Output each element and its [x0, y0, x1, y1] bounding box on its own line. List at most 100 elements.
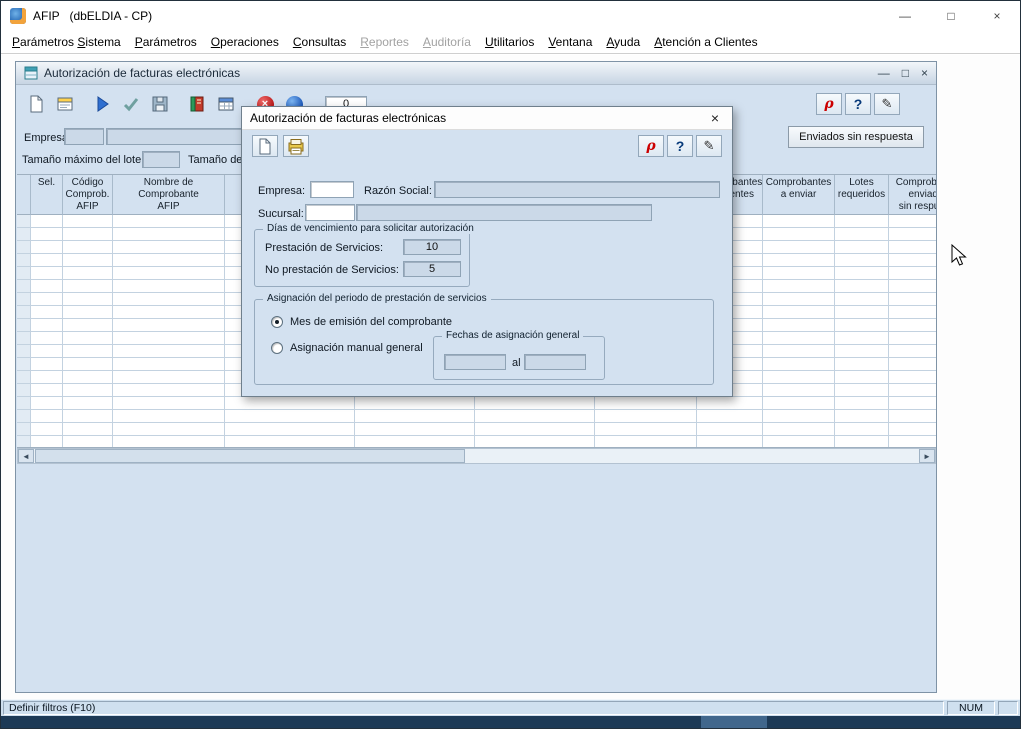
- child-maximize-button[interactable]: □: [902, 66, 909, 80]
- table-cell: [835, 267, 889, 280]
- column-header[interactable]: Lotes requeridos: [835, 175, 889, 215]
- column-header[interactable]: Comprobantes a enviar: [763, 175, 835, 215]
- table-cell: [31, 371, 63, 384]
- child-close-button[interactable]: ×: [921, 66, 928, 80]
- batch-book-icon[interactable]: [185, 93, 209, 115]
- column-header[interactable]: Sel.: [31, 175, 63, 215]
- table-cell: [63, 345, 113, 358]
- radio-asignacion-manual-label: Asignación manual general: [290, 342, 423, 354]
- table-cell: [17, 358, 31, 371]
- tamano-del-label: Tamaño del: [188, 154, 245, 166]
- minimize-button[interactable]: —: [882, 1, 928, 31]
- close-button[interactable]: ×: [974, 1, 1020, 31]
- table-row[interactable]: [17, 423, 936, 436]
- menu-item-ventana[interactable]: Ventana: [541, 32, 599, 52]
- table-cell: [763, 410, 835, 423]
- table-cell: [31, 410, 63, 423]
- table-cell: [113, 332, 225, 345]
- scroll-right-button[interactable]: ►: [919, 449, 935, 463]
- column-header[interactable]: Nombre de Comprobante AFIP: [113, 175, 225, 215]
- table-cell: [31, 280, 63, 293]
- menu-item-operaciones[interactable]: Operaciones: [204, 32, 286, 52]
- save-icon[interactable]: [148, 93, 172, 115]
- radio-mes-emision[interactable]: Mes de emisión del comprobante: [271, 316, 452, 328]
- form-properties-icon[interactable]: [53, 93, 77, 115]
- al-label: al: [512, 357, 521, 369]
- shortcut-keys-icon[interactable]: ✎: [874, 93, 900, 115]
- table-cell: [835, 280, 889, 293]
- empresa-input[interactable]: [310, 181, 354, 198]
- table-cell: [225, 410, 355, 423]
- new-document-icon[interactable]: [252, 135, 278, 157]
- table-cell: [697, 397, 763, 410]
- horizontal-scrollbar[interactable]: ◄ ►: [17, 448, 936, 464]
- column-header[interactable]: Comprobantes enviados sin respuesta: [889, 175, 936, 215]
- prestacion-value-field[interactable]: 10: [403, 239, 461, 255]
- table-row[interactable]: [17, 397, 936, 410]
- dialog-close-button[interactable]: ×: [698, 107, 732, 129]
- profile-icon[interactable]: ρ: [816, 93, 842, 115]
- radio-asignacion-manual[interactable]: Asignación manual general: [271, 342, 423, 354]
- table-cell: [31, 436, 63, 448]
- child-titlebar[interactable]: Autorización de facturas electrónicas — …: [16, 62, 936, 85]
- menu-item-reportes[interactable]: Reportes: [353, 32, 416, 52]
- app-icon: [10, 8, 26, 24]
- table-cell: [763, 280, 835, 293]
- asignacion-groupbox: Asignación del periodo de prestación de …: [254, 299, 714, 385]
- scroll-thumb[interactable]: [35, 449, 465, 463]
- prestacion-label: Prestación de Servicios:: [265, 242, 383, 254]
- new-document-icon[interactable]: [24, 93, 48, 115]
- menu-item-consultas[interactable]: Consultas: [286, 32, 353, 52]
- table-cell: [17, 293, 31, 306]
- maximize-button[interactable]: □: [928, 1, 974, 31]
- menu-item-atenci-n-a-clientes[interactable]: Atención a Clientes: [647, 32, 764, 52]
- no-prestacion-value-field[interactable]: 5: [403, 261, 461, 277]
- column-header[interactable]: Código Comprob. AFIP: [63, 175, 113, 215]
- table-cell: [17, 345, 31, 358]
- table-cell: [889, 293, 936, 306]
- shortcut-keys-icon[interactable]: ✎: [696, 135, 722, 157]
- table-cell: [835, 397, 889, 410]
- table-cell: [835, 345, 889, 358]
- menu-item-ayuda[interactable]: Ayuda: [599, 32, 647, 52]
- menu-item-auditor-a[interactable]: Auditoría: [416, 32, 478, 52]
- radio-dot: [271, 316, 283, 328]
- table-cell: [31, 319, 63, 332]
- scroll-left-button[interactable]: ◄: [18, 449, 34, 463]
- table-row[interactable]: [17, 436, 936, 448]
- table-cell: [763, 267, 835, 280]
- table-cell: [889, 345, 936, 358]
- table-row[interactable]: [17, 410, 936, 423]
- table-cell: [17, 371, 31, 384]
- table-cell: [31, 228, 63, 241]
- grid-view-icon[interactable]: [214, 93, 238, 115]
- table-cell: [17, 436, 31, 448]
- table-cell: [889, 384, 936, 397]
- menu-item-par-metros[interactable]: Parámetros: [128, 32, 204, 52]
- table-cell: [63, 228, 113, 241]
- confirm-icon[interactable]: [119, 93, 143, 115]
- sucursal-input[interactable]: [305, 204, 355, 221]
- table-cell: [63, 371, 113, 384]
- profile-icon[interactable]: ρ: [638, 135, 664, 157]
- dialog-titlebar[interactable]: Autorización de facturas electrónicas ×: [242, 107, 732, 130]
- column-header[interactable]: [17, 175, 31, 215]
- help-icon[interactable]: ?: [845, 93, 871, 115]
- menu-item-utilitarios[interactable]: Utilitarios: [478, 32, 541, 52]
- table-cell: [113, 371, 225, 384]
- table-cell: [889, 280, 936, 293]
- child-minimize-button[interactable]: —: [878, 66, 890, 80]
- help-icon[interactable]: ?: [667, 135, 693, 157]
- table-cell: [595, 423, 697, 436]
- run-icon[interactable]: [90, 93, 114, 115]
- table-cell: [113, 345, 225, 358]
- table-cell: [763, 241, 835, 254]
- table-cell: [113, 215, 225, 228]
- enviados-sin-respuesta-button[interactable]: Enviados sin respuesta: [788, 126, 924, 148]
- table-cell: [17, 384, 31, 397]
- print-icon[interactable]: [283, 135, 309, 157]
- table-cell: [31, 306, 63, 319]
- menu-item-par-metros-sistema[interactable]: Parámetros Sistema: [5, 32, 128, 52]
- num-lock-indicator: NUM: [947, 701, 995, 715]
- table-cell: [31, 358, 63, 371]
